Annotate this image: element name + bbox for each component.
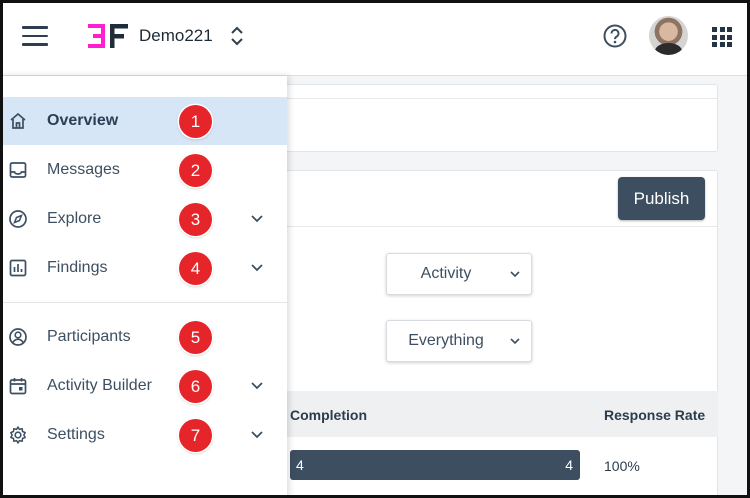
chevron-down-icon[interactable]	[250, 429, 264, 441]
sidebar-item-label: Participants	[47, 328, 131, 345]
inbox-icon	[9, 162, 27, 178]
completion-bar: 4 4	[290, 450, 580, 480]
calendar-icon	[9, 378, 27, 395]
sidebar-item-label: Findings	[47, 259, 108, 276]
user-avatar[interactable]	[649, 16, 688, 55]
unfold-chevron-icon[interactable]	[229, 24, 245, 48]
activity-select[interactable]: Activity	[386, 253, 532, 295]
user-circle-icon	[9, 328, 27, 346]
project-name[interactable]: Demo221	[139, 26, 213, 46]
bar-chart-icon	[9, 259, 27, 277]
annotation-badge: 6	[179, 370, 212, 403]
chevron-down-icon[interactable]	[250, 262, 264, 274]
home-icon	[10, 112, 26, 129]
sidebar-item-overview[interactable]: Overview	[0, 97, 287, 145]
sidebar-divider	[0, 302, 287, 303]
sidebar-item-settings[interactable]: Settings	[0, 411, 287, 459]
sidebar-item-label: Activity Builder	[47, 377, 152, 394]
gear-icon	[10, 426, 26, 444]
activity-select-value: Activity	[420, 265, 472, 282]
publish-button[interactable]: Publish	[618, 177, 705, 220]
sidebar-item-messages[interactable]: Messages	[0, 146, 287, 194]
sidebar-item-activity-builder[interactable]: Activity Builder	[0, 362, 287, 410]
chevron-down-icon	[510, 271, 520, 278]
sidebar-item-label: Settings	[47, 426, 105, 443]
annotation-badge: 3	[179, 203, 212, 236]
completion-bar-end: 4	[565, 457, 573, 473]
column-header-response-rate[interactable]: Response Rate	[604, 407, 705, 423]
compass-icon	[9, 210, 27, 228]
help-icon[interactable]	[602, 23, 628, 49]
annotation-badge: 1	[179, 105, 212, 138]
top-bar: Demo221	[0, 0, 750, 76]
scope-select-value: Everything	[408, 332, 484, 349]
sidebar-item-label: Messages	[47, 161, 120, 178]
sidebar-item-participants[interactable]: Participants	[0, 313, 287, 361]
scope-select[interactable]: Everything	[386, 320, 532, 362]
chevron-down-icon	[510, 338, 520, 345]
apps-grid-icon[interactable]	[712, 27, 732, 47]
sidebar-item-findings[interactable]: Findings	[0, 244, 287, 292]
annotation-badge: 5	[179, 321, 212, 354]
response-rate-value: 100%	[604, 458, 640, 474]
navigation-drawer: Overview Messages Explore Findings Parti…	[0, 76, 287, 498]
sidebar-item-label: Explore	[47, 210, 102, 227]
annotation-badge: 2	[179, 154, 212, 187]
annotation-badge: 7	[179, 419, 212, 452]
column-header-completion[interactable]: Completion	[290, 407, 367, 423]
sidebar-item-explore[interactable]: Explore	[0, 195, 287, 243]
annotation-badge: 4	[179, 252, 212, 285]
sidebar-item-label: Overview	[47, 112, 119, 129]
hamburger-menu-icon[interactable]	[22, 26, 48, 46]
completion-bar-start: 4	[296, 457, 304, 473]
chevron-down-icon[interactable]	[250, 380, 264, 392]
brand-logo	[88, 24, 128, 48]
chevron-down-icon[interactable]	[250, 213, 264, 225]
summary-card	[250, 84, 718, 152]
